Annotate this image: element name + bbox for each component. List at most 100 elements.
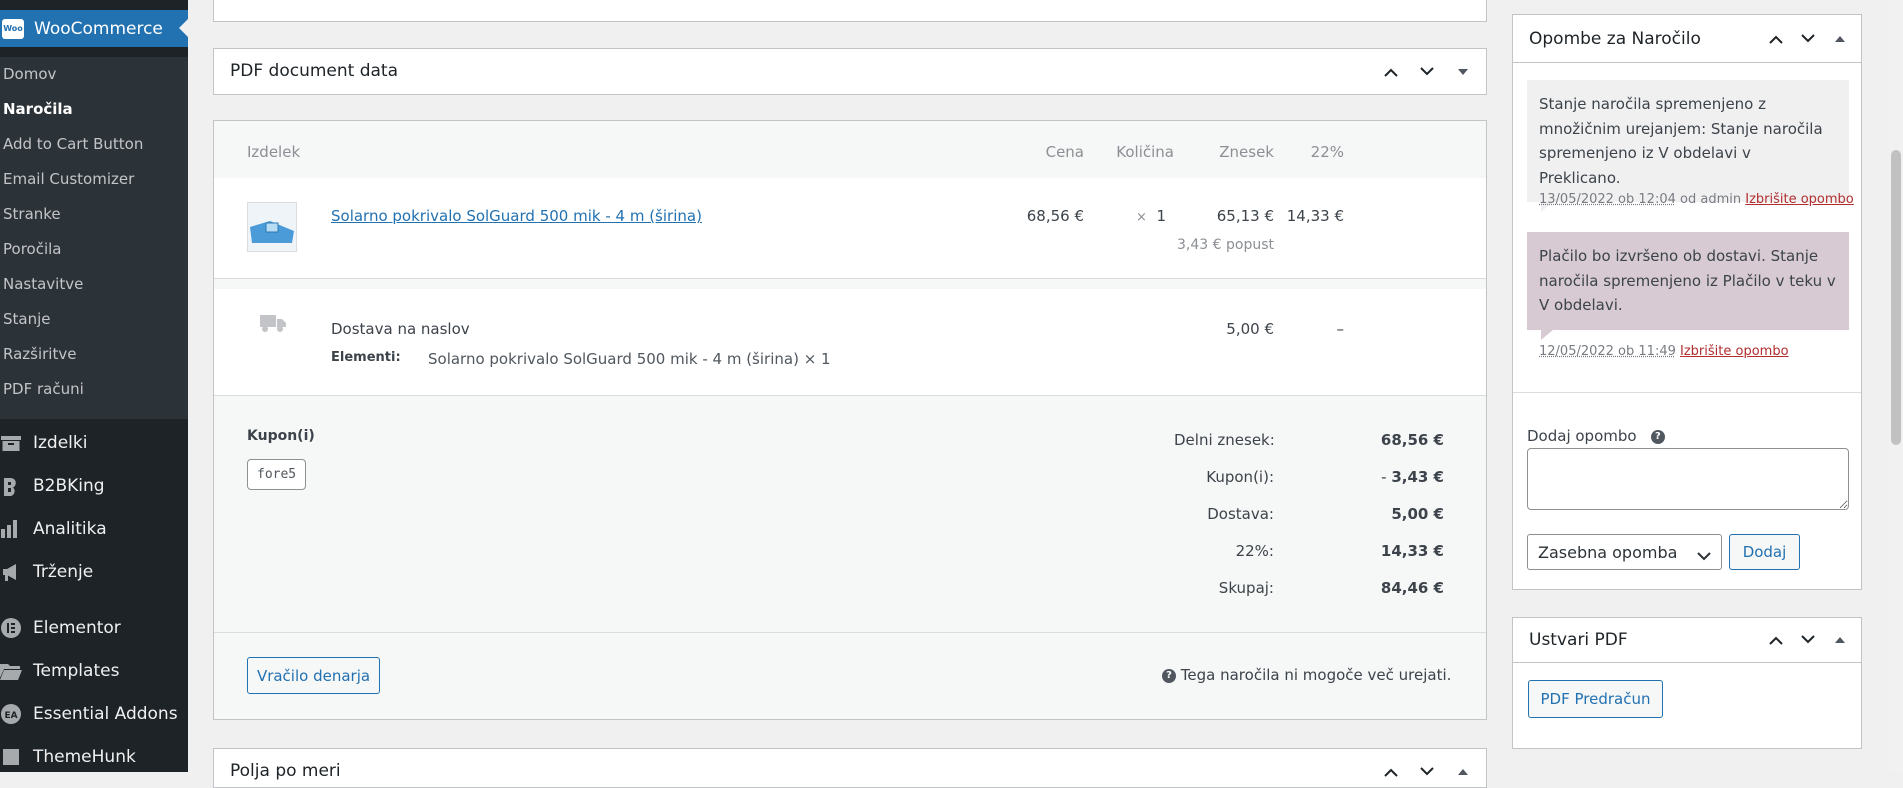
move-up-icon[interactable] [1380, 761, 1402, 783]
totals-shipping-value: 5,00 € [1391, 505, 1444, 523]
submenu-pdf-racuni[interactable]: PDF računi [0, 372, 188, 407]
custom-fields-controls [1380, 761, 1474, 783]
totals-subtotal-value: 68,56 € [1380, 431, 1444, 449]
order-notes-title: Opombe za Naročilo [1529, 29, 1701, 49]
submenu-add-to-cart-button[interactable]: Add to Cart Button [0, 127, 188, 162]
not-editable-notice: ? Tega naročila ni mogoče več urejati. [1162, 666, 1451, 684]
submenu-nastavitve[interactable]: Nastavitve [0, 267, 188, 302]
pdf-predracun-button[interactable]: PDF Predračun [1528, 680, 1663, 718]
menu-analitika[interactable]: Analitika [0, 507, 188, 550]
totals-tax-value: 14,33 € [1380, 542, 1444, 560]
add-note-textarea[interactable] [1527, 448, 1849, 510]
totals-total-value: 84,46 € [1380, 579, 1444, 597]
pdf-document-data-title: PDF document data [230, 61, 398, 81]
bar-chart-icon [0, 518, 22, 540]
menu-izdelki-label: Izdelki [33, 432, 88, 453]
menu-themehunk-label: ThemeHunk [33, 746, 136, 767]
help-icon[interactable]: ? [1650, 429, 1665, 444]
help-icon: ? [1162, 668, 1176, 683]
move-down-icon[interactable] [1797, 28, 1819, 50]
move-up-icon[interactable] [1765, 629, 1787, 651]
create-pdf-title: Ustvari PDF [1529, 630, 1628, 650]
order-note-1-author: od admin [1680, 192, 1742, 207]
custom-fields-box: Polja po meri [213, 748, 1487, 788]
shipping-tax: – [1336, 320, 1345, 338]
themehunk-icon [0, 746, 22, 768]
submenu-domov[interactable]: Domov [0, 57, 188, 92]
chevron-down-icon [1697, 546, 1711, 565]
elementor-icon [0, 617, 22, 639]
order-note-2-meta: 12/05/2022 ob 11:49 Izbrišite opombo [1539, 344, 1789, 359]
delete-note-2-link[interactable]: Izbrišite opombo [1680, 344, 1789, 359]
toggle-panel-icon[interactable] [1829, 28, 1851, 50]
order-notes-header: Opombe za Naročilo [1513, 15, 1861, 63]
move-up-icon[interactable] [1765, 28, 1787, 50]
notes-divider [1513, 392, 1861, 393]
product-line-total: 65,13 € [1216, 207, 1274, 225]
menu-templates-label: Templates [33, 660, 120, 681]
order-notes-controls [1765, 28, 1851, 50]
custom-fields-title: Polja po meri [230, 761, 341, 781]
scrollbar-thumb[interactable] [1891, 150, 1901, 445]
toggle-panel-icon[interactable] [1452, 761, 1474, 783]
col-header-qty: Količina [1116, 143, 1174, 161]
toggle-panel-icon[interactable] [1452, 61, 1474, 83]
submenu-stanje[interactable]: Stanje [0, 302, 188, 337]
menu-b2bking[interactable]: B2BKing [0, 464, 188, 507]
totals-tax-label: 22%: [1235, 542, 1274, 560]
move-down-icon[interactable] [1416, 761, 1438, 783]
col-header-total: Znesek [1219, 143, 1274, 161]
create-pdf-header: Ustvari PDF [1513, 618, 1861, 663]
product-thumbnail[interactable] [247, 202, 297, 252]
actions-divider [214, 632, 1486, 633]
note-type-select[interactable]: Zasebna opomba [1527, 534, 1722, 570]
menu-elementor[interactable]: Elementor [0, 606, 188, 649]
add-note-label: Dodaj opombo ? [1527, 427, 1665, 445]
page-scrollbar[interactable] [1889, 0, 1903, 772]
pdf-document-data-box: PDF document data [213, 48, 1487, 95]
svg-text:EA: EA [4, 711, 17, 721]
ea-icon: EA [0, 703, 22, 725]
order-note-2-text: Plačilo bo izvršeno ob dostavi. Stanje n… [1539, 247, 1836, 314]
menu-themehunk[interactable]: ThemeHunk [0, 735, 188, 772]
folder-icon [0, 660, 22, 682]
move-down-icon[interactable] [1416, 61, 1438, 83]
woocommerce-logo-icon: Woo [2, 18, 24, 39]
coupon-code-tag[interactable]: fore5 [247, 459, 307, 490]
menu-elementor-label: Elementor [33, 617, 121, 638]
order-note-1-meta: 13/05/2022 ob 12:04 od admin Izbrišite o… [1539, 192, 1854, 207]
menu-woocommerce[interactable]: Woo WooCommerce [0, 10, 188, 47]
submenu-stranke[interactable]: Stranke [0, 197, 188, 232]
delete-note-1-link[interactable]: Izbrišite opombo [1745, 192, 1854, 207]
menu-trzenje-label: Trženje [33, 561, 94, 582]
product-name-link[interactable]: Solarno pokrivalo SolGuard 500 mik - 4 m… [331, 207, 702, 225]
order-items-box: Izdelek Cena Količina Znesek 22% Solarno… [213, 120, 1487, 720]
menu-izdelki[interactable]: Izdelki [0, 421, 188, 464]
not-editable-text: Tega naročila ni mogoče več urejati. [1180, 666, 1452, 684]
line-item-row: Solarno pokrivalo SolGuard 500 mik - 4 m… [214, 178, 1486, 279]
truck-icon [260, 313, 286, 337]
refund-button[interactable]: Vračilo denarja [247, 657, 380, 694]
product-cost: 68,56 € [1026, 207, 1084, 225]
qty-multiply-sign: × [1136, 210, 1147, 225]
menu-essential-addons[interactable]: EA Essential Addons [0, 692, 188, 735]
coupons-label: Kupon(i) [247, 428, 315, 444]
menu-trzenje[interactable]: Trženje [0, 550, 188, 593]
totals-subtotal-label: Delni znesek: [1174, 431, 1275, 449]
shipping-total: 5,00 € [1226, 320, 1274, 338]
toggle-panel-icon[interactable] [1829, 629, 1851, 651]
move-down-icon[interactable] [1797, 629, 1819, 651]
submenu-email-customizer[interactable]: Email Customizer [0, 162, 188, 197]
menu-woocommerce-label: WooCommerce [34, 18, 163, 39]
coupon-amount: 3,43 € [1391, 468, 1444, 486]
order-note-2-date: 12/05/2022 ob 11:49 [1539, 344, 1676, 359]
woocommerce-submenu: Domov Naročila Add to Cart Button Email … [0, 57, 188, 419]
menu-templates[interactable]: Templates [0, 649, 188, 692]
add-note-button[interactable]: Dodaj [1729, 534, 1800, 570]
submenu-porocila[interactable]: Poročila [0, 232, 188, 267]
move-up-icon[interactable] [1380, 61, 1402, 83]
order-note-1-text: Stanje naročila spremenjeno z množičnim … [1539, 95, 1823, 187]
shipping-items-value: Solarno pokrivalo SolGuard 500 mik - 4 m… [428, 350, 831, 368]
submenu-narocila[interactable]: Naročila [0, 92, 188, 127]
submenu-razsiritve[interactable]: Razširitve [0, 337, 188, 372]
